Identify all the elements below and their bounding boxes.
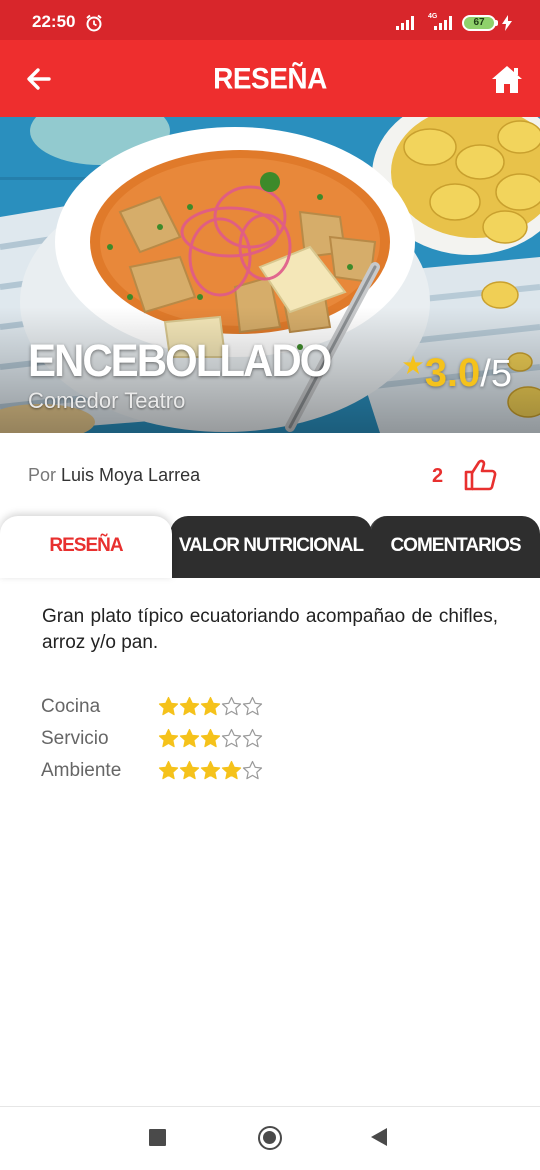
recents-square-icon[interactable]: [149, 1129, 166, 1146]
star-filled-icon: [179, 696, 200, 716]
status-bar: 22:50 4G 67: [0, 0, 540, 40]
star-filled-icon: [221, 760, 242, 780]
star-rating: [158, 760, 263, 781]
alarm-icon: [86, 14, 102, 32]
star-filled-icon: [179, 728, 200, 748]
author-prefix: Por: [28, 465, 62, 485]
page-title: RESEÑA: [213, 62, 327, 95]
overall-rating: ★ 3.0 /5: [401, 350, 512, 396]
star-filled-icon: [179, 760, 200, 780]
tab-comentarios[interactable]: COMENTARIOS: [369, 516, 540, 578]
review-description: Gran plato típico ecuatoriando acompañao…: [42, 606, 498, 653]
tab-resena[interactable]: RESEÑA: [0, 516, 172, 578]
home-icon[interactable]: [490, 62, 524, 96]
star-filled-icon: [158, 760, 179, 780]
dish-name: ENCEBOLLADO: [28, 335, 332, 386]
rating-max: /5: [480, 353, 512, 395]
author-name[interactable]: Luis Moya Larrea: [61, 465, 200, 485]
star-rating: [158, 696, 263, 717]
review-tabs: RESEÑA VALOR NUTRICIONAL COMENTARIOS: [0, 516, 540, 578]
likes-count: 2: [432, 465, 444, 487]
star-empty-icon: [242, 728, 263, 748]
category-ratings: Cocina Servicio Ambiente: [41, 694, 341, 790]
rating-row-ambiente: Ambiente: [41, 758, 341, 790]
system-nav-bar: [0, 1107, 540, 1170]
rating-label: Ambiente: [41, 760, 122, 781]
home-circle-icon[interactable]: [258, 1126, 282, 1150]
star-icon: ★: [401, 350, 425, 380]
star-empty-icon: [242, 696, 263, 716]
rating-value: 3.0: [424, 351, 481, 395]
signal-icon: [434, 16, 452, 30]
rating-label: Cocina: [41, 696, 101, 717]
thumbs-up-icon[interactable]: [462, 457, 498, 493]
rating-row-servicio: Servicio: [41, 726, 341, 758]
rating-label: Servicio: [41, 728, 109, 749]
author-row: Por Luis Moya Larrea 2: [0, 433, 540, 517]
tab-valor-nutricional[interactable]: VALOR NUTRICIONAL: [170, 516, 372, 578]
star-empty-icon: [242, 760, 263, 780]
star-rating: [158, 728, 263, 749]
app-bar: RESEÑA: [0, 40, 540, 117]
battery-icon: 67: [462, 15, 496, 31]
battery-tip: [495, 20, 498, 26]
rating-row-cocina: Cocina: [41, 694, 341, 726]
star-empty-icon: [221, 696, 242, 716]
status-time: 22:50: [32, 12, 76, 31]
star-filled-icon: [158, 696, 179, 716]
star-empty-icon: [221, 728, 242, 748]
restaurant-name: Comedor Teatro: [28, 388, 186, 413]
star-filled-icon: [158, 728, 179, 748]
star-filled-icon: [200, 760, 221, 780]
author-label: Por Luis Moya Larrea: [28, 465, 200, 486]
battery-level: 67: [473, 17, 485, 28]
star-filled-icon: [200, 728, 221, 748]
back-arrow-icon[interactable]: [22, 62, 56, 96]
dish-hero-image: ENCEBOLLADO Comedor Teatro ★ 3.0 /5: [0, 117, 540, 433]
star-filled-icon: [200, 696, 221, 716]
signal-icon: [396, 16, 414, 30]
back-triangle-icon[interactable]: [371, 1128, 387, 1146]
charging-icon: [502, 15, 512, 31]
